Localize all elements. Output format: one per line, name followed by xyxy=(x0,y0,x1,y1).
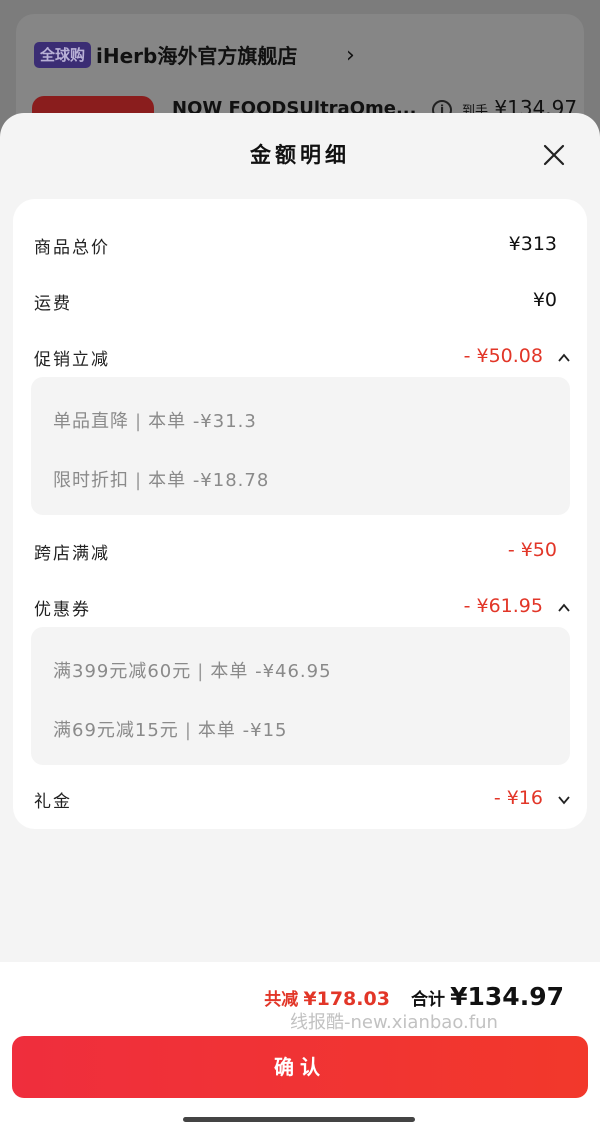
home-indicator xyxy=(183,1117,415,1122)
shipping-value: ¥0 xyxy=(532,289,557,311)
promo-row[interactable]: 促销立减 - ¥50.08 xyxy=(13,337,587,377)
total-reduce-label: 共减 xyxy=(264,990,299,1010)
shipping-row: 运费 ¥0 xyxy=(13,281,587,321)
chevron-right-icon: › xyxy=(346,43,355,68)
promo-item: 限时折扣 | 本单 -¥18.78 xyxy=(53,470,270,491)
cross-store-row: 跨店满减 - ¥50 xyxy=(13,531,587,571)
coupon-row[interactable]: 优惠券 - ¥61.95 xyxy=(13,587,587,627)
bottom-bar: 共减 ¥178.03 合计 ¥134.97 线报酷-new.xianbao.fu… xyxy=(0,962,600,1134)
totals-summary: 共减 ¥178.03 合计 ¥134.97 xyxy=(264,982,564,1011)
goods-total-row: 商品总价 ¥313 xyxy=(13,225,587,265)
chevron-down-icon[interactable] xyxy=(557,793,571,807)
gift-label: 礼金 xyxy=(34,792,72,812)
goods-total-value: ¥313 xyxy=(508,233,557,255)
cross-store-value: - ¥50 xyxy=(507,539,557,561)
sheet-title: 金额明细 xyxy=(250,143,350,167)
chevron-up-icon[interactable] xyxy=(557,351,571,365)
shipping-label: 运费 xyxy=(34,294,72,314)
promo-detail-box: 单品直降 | 本单 -¥31.3 限时折扣 | 本单 -¥18.78 xyxy=(31,377,570,515)
coupon-label: 优惠券 xyxy=(34,600,91,620)
coupon-value: - ¥61.95 xyxy=(463,595,543,617)
confirm-button[interactable]: 确认 xyxy=(12,1036,588,1098)
total-sum-label: 合计 xyxy=(411,990,446,1010)
chevron-up-icon[interactable] xyxy=(557,601,571,615)
gift-row[interactable]: 礼金 - ¥16 xyxy=(13,779,587,819)
amount-detail-card: 商品总价 ¥313 运费 ¥0 促销立减 - ¥50.08 单品直降 | 本单 -¥… xyxy=(13,199,587,829)
coupon-item: 满399元减60元 | 本单 -¥46.95 xyxy=(53,661,332,682)
coupon-detail-box: 满399元减60元 | 本单 -¥46.95 满69元减15元 | 本单 -¥15 xyxy=(31,627,570,765)
store-name: iHerb海外官方旗舰店 xyxy=(96,44,298,68)
promo-value: - ¥50.08 xyxy=(463,345,543,367)
close-icon[interactable] xyxy=(540,141,568,169)
goods-total-label: 商品总价 xyxy=(34,238,110,258)
promo-item: 单品直降 | 本单 -¥31.3 xyxy=(53,411,257,432)
total-reduce-value: ¥178.03 xyxy=(303,988,390,1010)
total-sum-value: ¥134.97 xyxy=(450,982,564,1011)
global-buy-badge: 全球购 xyxy=(34,42,92,68)
watermark: 线报酷-new.xianbao.fun xyxy=(290,1012,498,1033)
amount-detail-sheet: 金额明细 商品总价 ¥313 运费 ¥0 促销立减 - ¥50.08 单品直降 |… xyxy=(0,113,600,1134)
gift-value: - ¥16 xyxy=(493,787,543,809)
coupon-item: 满69元减15元 | 本单 -¥15 xyxy=(53,720,288,741)
promo-label: 促销立减 xyxy=(34,350,110,370)
cross-store-label: 跨店满减 xyxy=(34,544,110,564)
